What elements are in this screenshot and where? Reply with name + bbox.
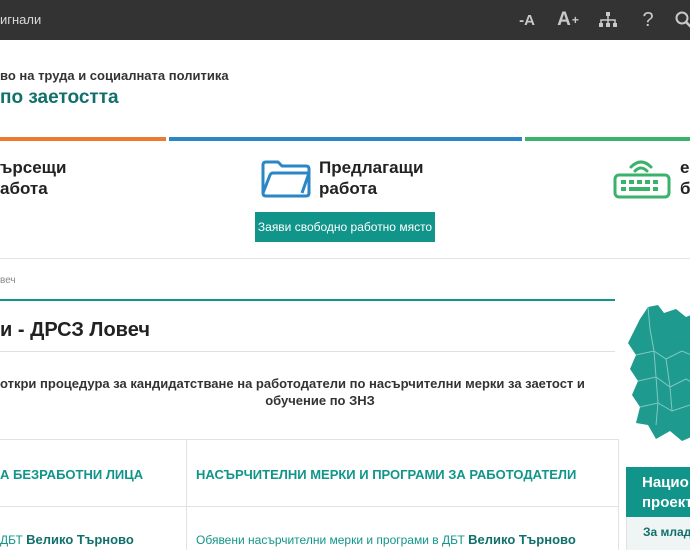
search-button[interactable] <box>672 0 690 40</box>
unemployed-link[interactable]: ДБТ Велико Търново <box>0 532 134 547</box>
font-decrease-label: -A <box>519 11 535 29</box>
font-increase-button[interactable]: A + <box>552 0 584 40</box>
region-map-image <box>628 305 690 441</box>
employer-measures-link-prefix: Обявени насърчителни мерки и програми в … <box>196 533 469 547</box>
employer-measures-link-place: Велико Търново <box>468 532 576 547</box>
national-projects-box[interactable]: Нацио проект <box>626 467 690 517</box>
title-divider <box>0 351 615 352</box>
nav-job-seekers[interactable]: ърсещи абота <box>0 157 66 199</box>
national-projects-line1: Нацио <box>642 474 689 491</box>
sitemap-button[interactable] <box>594 0 622 40</box>
nav-job-seekers-line2: абота <box>0 179 48 198</box>
font-decrease-button[interactable]: -A <box>512 0 542 40</box>
news-announcement[interactable]: откри процедура за кандидатстване на раб… <box>0 375 600 409</box>
national-projects-line2: проект <box>642 494 690 511</box>
nav-job-offers-line2: работа <box>319 179 378 198</box>
search-icon <box>675 11 690 28</box>
unemployed-link-prefix: ДБТ <box>0 533 27 547</box>
nav-job-offers-line1: Предлагащи <box>319 158 424 177</box>
unemployed-link-place: Велико Търново <box>26 532 134 547</box>
employer-measures-link[interactable]: Обявени насърчителни мерки и програми в … <box>196 532 576 547</box>
nav-job-offers[interactable]: Предлагащи работа <box>258 157 458 201</box>
help-icon: ? <box>642 8 654 31</box>
youth-link[interactable]: За млад <box>626 517 690 550</box>
news-line2: обучение по ЗНЗ <box>265 393 375 408</box>
header-divider <box>0 258 690 259</box>
breadcrumb[interactable]: веч <box>0 275 16 286</box>
region-map[interactable] <box>626 299 690 445</box>
nav-e-services-line1: е <box>680 158 690 177</box>
unemployed-header[interactable]: А БЕЗРАБОТНИ ЛИЦА <box>0 467 143 482</box>
nav-e-services-line2: б <box>680 179 690 198</box>
stripe-blue <box>169 137 522 141</box>
programs-table: А БЕЗРАБОТНИ ЛИЦА НАСЪРЧИТЕЛНИ МЕРКИ И П… <box>0 439 619 550</box>
declare-vacancy-button[interactable]: Заяви свободно работно място <box>255 212 435 242</box>
content-top-line <box>0 299 615 301</box>
font-increase-label: A <box>557 9 571 30</box>
stripe-green <box>525 137 690 141</box>
stripe-orange <box>0 137 166 141</box>
agency-name[interactable]: по заетостта <box>0 87 119 109</box>
ministry-name: во на труда и социалната политика <box>0 68 229 83</box>
help-button[interactable]: ? <box>636 0 660 40</box>
nav-job-seekers-line1: ърсещи <box>0 158 67 177</box>
page-title: и - ДРСЗ Ловеч <box>0 319 150 341</box>
news-line1: откри процедура за кандидатстване на раб… <box>0 376 585 391</box>
employer-measures-header[interactable]: НАСЪРЧИТЕЛНИ МЕРКИ И ПРОГРАМИ ЗА РАБОТОД… <box>196 467 576 482</box>
signals-link[interactable]: игнали <box>0 12 41 27</box>
wireless-keyboard-icon <box>613 160 671 199</box>
top-bar: игнали -A A + ? <box>0 0 690 40</box>
sitemap-icon <box>599 12 617 27</box>
font-increase-plus: + <box>571 13 579 27</box>
nav-e-services[interactable]: е б <box>610 155 690 201</box>
folder-icon <box>261 160 311 198</box>
